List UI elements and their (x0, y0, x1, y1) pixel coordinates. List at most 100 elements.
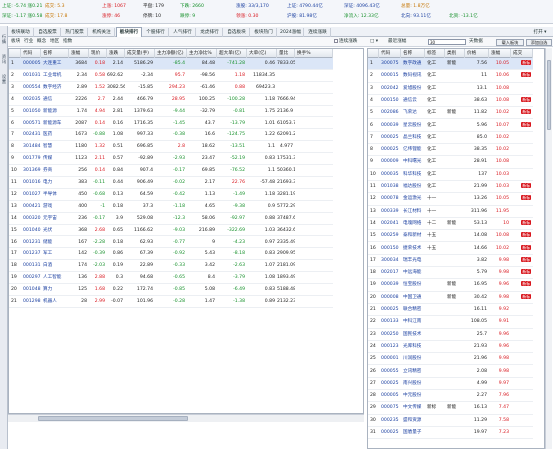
column-header[interactable]: 大单(亿) (247, 49, 277, 58)
table-cell[interactable]: -0.77 (155, 237, 187, 249)
table-cell[interactable]: 000008 (379, 292, 401, 304)
table-cell[interactable]: 84.48 (187, 58, 217, 70)
table-cell[interactable] (425, 390, 445, 402)
table-cell[interactable]: 10.02 (489, 107, 511, 119)
table-cell[interactable]: 22 (368, 316, 379, 328)
table-cell[interactable]: 000025 (379, 132, 401, 144)
table-cell[interactable]: 10.02 (489, 132, 511, 144)
table-cell[interactable]: 001050 (21, 106, 41, 118)
table-cell[interactable]: 储能 (41, 237, 69, 249)
table-cell[interactable]: 4.94 (89, 106, 107, 118)
column-header[interactable] (9, 49, 21, 58)
table-cell[interactable]: -0.17 (155, 165, 187, 177)
table-row[interactable]: 3 002042 爱旭股份 化工 13.1 10.08 (368, 83, 533, 95)
table-cell[interactable]: 1 (9, 58, 21, 70)
table-cell[interactable]: 000025 (379, 304, 401, 316)
table-cell[interactable]: 001016 (21, 177, 41, 189)
table-cell[interactable]: 19.97 (465, 427, 489, 439)
table-cell[interactable]: -1.18 (155, 201, 187, 213)
table-cell[interactable] (425, 316, 445, 328)
table-cell[interactable]: 0.16 (107, 118, 125, 130)
table-cell[interactable]: 001237 (21, 248, 41, 260)
table-cell[interactable]: 1673 (69, 129, 89, 141)
table-cell[interactable]: 长江材料 (401, 206, 425, 218)
sidebar-item[interactable]: 设置 (1, 74, 7, 84)
ticker-item[interactable]: 停牌: 10 (143, 13, 161, 21)
table-cell[interactable]: 新标 (511, 243, 533, 255)
table-row[interactable]: 5 002086 飞荣达 化工 新能 11.82 10.02 新标 (368, 107, 533, 120)
table-cell[interactable]: 21.99 (465, 181, 489, 193)
table-cell[interactable]: 21 (9, 296, 21, 308)
table-cell[interactable] (277, 82, 295, 94)
table-cell[interactable]: 7.47 (489, 402, 511, 414)
table-cell[interactable] (511, 390, 533, 402)
table-cell[interactable]: 0.83 (247, 153, 277, 165)
table-cell[interactable]: -2.63 (217, 260, 247, 272)
table-cell[interactable]: 2.88 (89, 272, 107, 284)
table-cell[interactable] (511, 329, 533, 341)
table-cell[interactable]: 11.29 (465, 415, 489, 427)
table-cell[interactable]: 8 (368, 144, 379, 156)
open-menu[interactable]: 打开 ▾ (528, 28, 552, 37)
table-cell[interactable]: 3.82 (465, 255, 489, 267)
table-cell[interactable]: 0.3 (107, 272, 125, 284)
table-cell[interactable]: 14 (9, 213, 21, 225)
table-cell[interactable]: 新标 (511, 181, 533, 193)
ticker-item[interactable]: 平盘: 179 (143, 3, 164, 11)
table-cell[interactable]: 22.89 (125, 260, 155, 272)
table-cell[interactable]: 000055 (379, 366, 401, 378)
table-cell[interactable]: 9.98 (489, 292, 511, 304)
table-cell[interactable]: -61.46 (187, 82, 217, 94)
column-header[interactable]: 现价 (89, 49, 107, 58)
table-cell[interactable]: 13.26 (465, 193, 489, 205)
table-cell[interactable]: 15 (9, 225, 21, 237)
table-cell[interactable]: 新标 (511, 70, 533, 82)
table-cell[interactable]: 立讯精密 (401, 366, 425, 378)
table-cell[interactable]: 0.89 (247, 296, 277, 308)
column-header[interactable]: 换手% (295, 49, 333, 58)
table-cell[interactable]: 0.88 (217, 82, 247, 94)
tab-item[interactable]: 热门股票 (62, 28, 88, 37)
table-cell[interactable]: 19 (9, 272, 21, 284)
table-cell[interactable]: 43.7 (187, 118, 217, 130)
table-cell[interactable]: 2.44 (107, 94, 125, 106)
table-cell[interactable]: 001031 (21, 70, 41, 82)
table-cell[interactable]: 000320 (21, 213, 41, 225)
table-cell[interactable]: 294.23 (155, 82, 187, 94)
table-cell[interactable]: 125 (69, 284, 89, 296)
table-cell[interactable]: 福达股份 (401, 181, 425, 193)
table-cell[interactable]: 10.03 (489, 181, 511, 193)
table-cell[interactable]: 11.82 (465, 107, 489, 119)
table-cell[interactable] (445, 427, 465, 439)
table-cell[interactable]: 10.03 (489, 169, 511, 181)
load-button[interactable]: 载入板块 (496, 39, 524, 46)
table-cell[interactable] (445, 144, 465, 156)
table-cell[interactable] (511, 415, 533, 427)
tab-item[interactable]: 机构关注 (89, 28, 115, 37)
table-cell[interactable]: 0.18 (107, 201, 125, 213)
table-cell[interactable]: 0.84 (107, 165, 125, 177)
table-cell[interactable]: 300075 (379, 58, 401, 70)
add-button[interactable]: 添加自选 (526, 39, 552, 46)
column-header[interactable]: 主力净比% (187, 49, 217, 58)
ticker-item[interactable]: 深证: 4096.43亿 (344, 3, 380, 11)
table-cell[interactable]: 13 (9, 201, 21, 213)
table-cell[interactable]: 25.7 (465, 329, 489, 341)
table-cell[interactable]: 37.3 (125, 201, 155, 213)
table-cell[interactable]: 9.96 (489, 341, 511, 353)
table-cell[interactable] (511, 304, 533, 316)
table-cell[interactable]: 星云股份 (401, 120, 425, 132)
table-cell[interactable] (511, 169, 533, 181)
table-cell[interactable]: 4.99 (465, 378, 489, 390)
table-row[interactable]: 23 000250 国民技术 25.7 9.96 (368, 329, 533, 341)
table-cell[interactable]: 311.96 (465, 206, 489, 218)
table-cell[interactable]: 174 (69, 260, 89, 272)
table-cell[interactable]: 9 (187, 237, 217, 249)
table-cell[interactable]: 101.96 (125, 296, 155, 308)
table-row[interactable]: 22 000133 中科江南 108.05 9.91 (368, 316, 533, 329)
table-row[interactable]: 1 300075 数字政通 化工 新能 7.56 10.05 新标 (368, 58, 533, 71)
ticker-item[interactable]: 领涨: 0.30 (236, 13, 258, 21)
table-cell[interactable]: 000005 (21, 58, 41, 70)
table-cell[interactable]: 000025 (379, 144, 401, 156)
tab-item[interactable]: 个股排行 (143, 28, 169, 37)
